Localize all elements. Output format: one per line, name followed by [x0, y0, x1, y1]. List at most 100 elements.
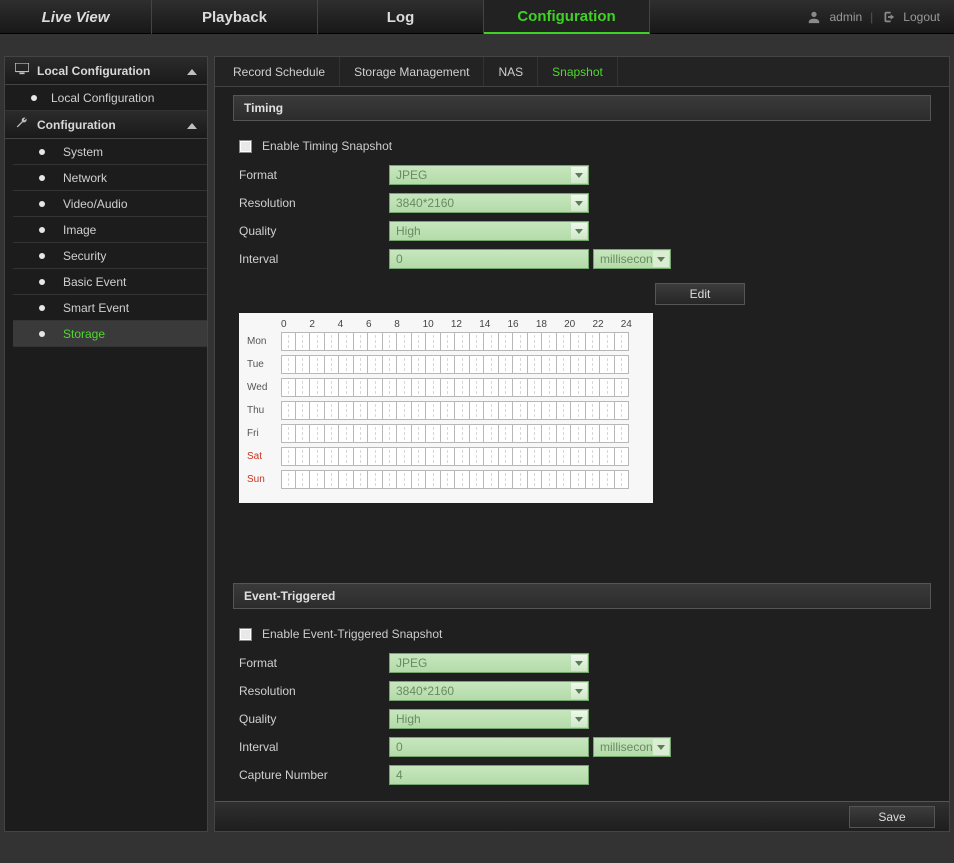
- schedule-cell[interactable]: [310, 332, 325, 351]
- schedule-cell[interactable]: [426, 424, 441, 443]
- schedule-cell[interactable]: [600, 470, 615, 489]
- schedule-cell[interactable]: [542, 424, 557, 443]
- schedule-cell[interactable]: [513, 355, 528, 374]
- schedule-cell[interactable]: [383, 424, 398, 443]
- schedule-cell[interactable]: [412, 447, 427, 466]
- sidebar-item-system[interactable]: System: [13, 139, 207, 165]
- sidebar-item-security[interactable]: Security: [13, 243, 207, 269]
- schedule-cell[interactable]: [600, 401, 615, 420]
- schedule-cell[interactable]: [412, 355, 427, 374]
- schedule-cell[interactable]: [542, 447, 557, 466]
- schedule-cell[interactable]: [354, 355, 369, 374]
- tab-record-schedule[interactable]: Record Schedule: [219, 57, 340, 86]
- schedule-cell[interactable]: [412, 424, 427, 443]
- resolution-select[interactable]: 3840*2160: [389, 193, 589, 213]
- schedule-cell[interactable]: [528, 447, 543, 466]
- schedule-cell[interactable]: [557, 378, 572, 397]
- schedule-cell[interactable]: [615, 401, 630, 420]
- schedule-cell[interactable]: [310, 470, 325, 489]
- schedule-cell[interactable]: [499, 332, 514, 351]
- schedule-cell[interactable]: [571, 332, 586, 351]
- schedule-cell[interactable]: [368, 355, 383, 374]
- interval-unit-select[interactable]: millisecond: [593, 249, 671, 269]
- nav-configuration[interactable]: Configuration: [484, 0, 650, 34]
- event-interval-input[interactable]: 0: [389, 737, 589, 757]
- sidebar-item-storage[interactable]: Storage: [13, 321, 207, 347]
- schedule-cell[interactable]: [383, 470, 398, 489]
- schedule-cell[interactable]: [600, 355, 615, 374]
- event-quality-select[interactable]: High: [389, 709, 589, 729]
- schedule-cell[interactable]: [397, 355, 412, 374]
- schedule-cell[interactable]: [310, 447, 325, 466]
- schedule-cell[interactable]: [325, 401, 340, 420]
- schedule-cell[interactable]: [325, 378, 340, 397]
- schedule-cell[interactable]: [557, 424, 572, 443]
- nav-playback[interactable]: Playback: [152, 0, 318, 34]
- sidebar-item-network[interactable]: Network: [13, 165, 207, 191]
- schedule-cell[interactable]: [383, 378, 398, 397]
- schedule-cell[interactable]: [470, 447, 485, 466]
- schedule-cell[interactable]: [528, 424, 543, 443]
- edit-button[interactable]: Edit: [655, 283, 745, 305]
- schedule-cell[interactable]: [296, 401, 311, 420]
- sidebar-item-video-audio[interactable]: Video/Audio: [13, 191, 207, 217]
- schedule-cell[interactable]: [354, 332, 369, 351]
- schedule-cell[interactable]: [368, 401, 383, 420]
- event-interval-unit-select[interactable]: millisecond: [593, 737, 671, 757]
- schedule-cell[interactable]: [296, 470, 311, 489]
- schedule-cell[interactable]: [586, 470, 601, 489]
- capture-number-input[interactable]: 4: [389, 765, 589, 785]
- schedule-cell[interactable]: [296, 355, 311, 374]
- schedule-cell[interactable]: [281, 447, 296, 466]
- schedule-cell[interactable]: [600, 332, 615, 351]
- schedule-cell[interactable]: [586, 424, 601, 443]
- schedule-cell[interactable]: [557, 470, 572, 489]
- schedule-cell[interactable]: [542, 378, 557, 397]
- schedule-cell[interactable]: [412, 332, 427, 351]
- schedule-cell[interactable]: [397, 401, 412, 420]
- schedule-cell[interactable]: [557, 355, 572, 374]
- schedule-cell[interactable]: [470, 424, 485, 443]
- schedule-cell[interactable]: [310, 424, 325, 443]
- schedule-cell[interactable]: [586, 401, 601, 420]
- schedule-cell[interactable]: [615, 355, 630, 374]
- schedule-cell[interactable]: [354, 470, 369, 489]
- schedule-cell[interactable]: [412, 470, 427, 489]
- schedule-cell[interactable]: [325, 424, 340, 443]
- schedule-cell[interactable]: [615, 470, 630, 489]
- schedule-cell[interactable]: [441, 378, 456, 397]
- schedule-cell[interactable]: [499, 424, 514, 443]
- schedule-cell[interactable]: [310, 378, 325, 397]
- schedule-cell[interactable]: [426, 447, 441, 466]
- schedule-cell[interactable]: [513, 378, 528, 397]
- schedule-cell[interactable]: [325, 470, 340, 489]
- schedule-cell[interactable]: [528, 470, 543, 489]
- schedule-cell[interactable]: [470, 378, 485, 397]
- schedule-cell[interactable]: [397, 470, 412, 489]
- tab-storage-management[interactable]: Storage Management: [340, 57, 484, 86]
- schedule-cell[interactable]: [528, 401, 543, 420]
- schedule-cell[interactable]: [383, 447, 398, 466]
- schedule-cell[interactable]: [571, 378, 586, 397]
- schedule-cell[interactable]: [397, 447, 412, 466]
- schedule-cell[interactable]: [455, 470, 470, 489]
- logout-link[interactable]: Logout: [903, 10, 940, 24]
- schedule-cell[interactable]: [441, 424, 456, 443]
- schedule-cell[interactable]: [571, 424, 586, 443]
- schedule-cell[interactable]: [455, 447, 470, 466]
- schedule-cell[interactable]: [513, 447, 528, 466]
- schedule-cell[interactable]: [368, 470, 383, 489]
- schedule-cell[interactable]: [499, 378, 514, 397]
- schedule-cell[interactable]: [397, 424, 412, 443]
- schedule-cell[interactable]: [383, 401, 398, 420]
- schedule-cell[interactable]: [542, 401, 557, 420]
- schedule-cell[interactable]: [455, 378, 470, 397]
- schedule-cell[interactable]: [354, 401, 369, 420]
- schedule-cell[interactable]: [484, 355, 499, 374]
- schedule-cell[interactable]: [513, 470, 528, 489]
- schedule-cell[interactable]: [513, 424, 528, 443]
- schedule-cell[interactable]: [296, 447, 311, 466]
- schedule-cell[interactable]: [528, 332, 543, 351]
- sidebar-section-local-config[interactable]: Local Configuration: [5, 57, 207, 85]
- schedule-cell[interactable]: [339, 332, 354, 351]
